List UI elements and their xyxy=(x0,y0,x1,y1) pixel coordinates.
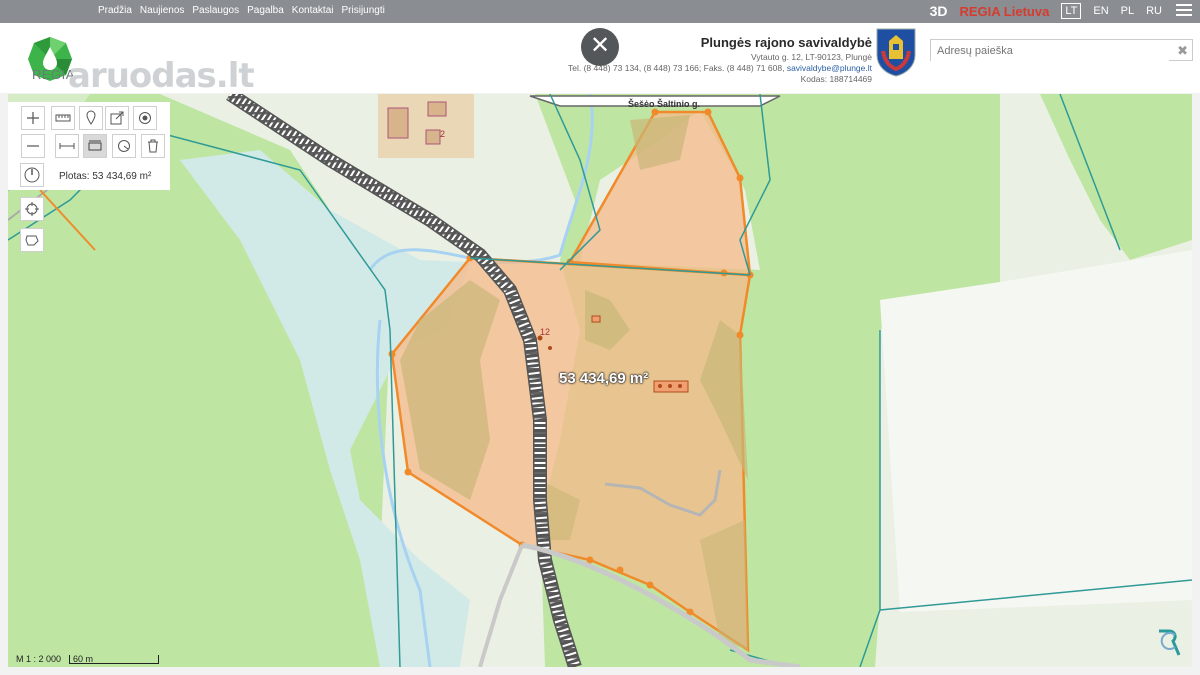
radius-icon xyxy=(118,140,130,152)
municipality-name: Plungės rajono savivaldybė xyxy=(700,35,872,50)
measure-radius-button[interactable] xyxy=(112,134,136,158)
draw-region-button[interactable] xyxy=(20,228,44,252)
municipality-info: Plungės rajono savivaldybė Vytauto g. 12… xyxy=(568,35,872,85)
plus-icon xyxy=(27,112,39,124)
header: REGIA aruodas.lt ✕ Plungės rajono saviva… xyxy=(0,23,1200,96)
municipality-email-link[interactable]: savivaldybe@plunge.lt xyxy=(787,63,872,73)
zoom-out-button[interactable] xyxy=(21,134,45,158)
language-ru[interactable]: RU xyxy=(1146,5,1162,17)
parcel-number-label: 12 xyxy=(540,327,551,337)
nav-item-pradzia[interactable]: Pradžia xyxy=(98,5,132,16)
target-icon xyxy=(139,112,151,124)
3d-toggle-button[interactable]: 3D xyxy=(930,3,948,19)
point-button[interactable] xyxy=(133,106,157,130)
regia-lietuva-link[interactable]: REGIA Lietuva xyxy=(960,4,1050,19)
aruodas-watermark: aruodas.lt xyxy=(68,56,255,96)
top-right-controls: 3D REGIA Lietuva LT EN PL RU xyxy=(930,3,1162,19)
street-label: Šešėo Šaltinio g. xyxy=(628,99,701,109)
clear-search-icon[interactable]: ✖ xyxy=(1177,43,1188,59)
area-icon xyxy=(88,140,102,151)
nav-item-naujienos[interactable]: Naujienos xyxy=(140,5,184,16)
locate-me-button[interactable] xyxy=(20,197,44,221)
language-lt[interactable]: LT xyxy=(1061,3,1082,19)
export-button[interactable] xyxy=(105,106,129,130)
main-menu: Pradžia Naujienos Paslaugos Pagalba Kont… xyxy=(98,5,385,16)
hamburger-menu-icon[interactable] xyxy=(1176,4,1192,18)
scale-bar: 60 m xyxy=(69,654,160,664)
top-navigation-bar: Pradžia Naujienos Paslaugos Pagalba Kont… xyxy=(0,0,1200,23)
map-scale: M 1 : 2 000 60 m xyxy=(16,654,160,664)
municipality-crest-icon xyxy=(876,28,916,77)
language-pl[interactable]: PL xyxy=(1121,5,1134,17)
place-marker-button[interactable] xyxy=(79,106,103,130)
trash-icon xyxy=(148,139,158,153)
municipality-phones: Tel. (8 448) 73 134, (8 448) 73 166; Fak… xyxy=(568,63,785,73)
measure-distance-button[interactable] xyxy=(51,106,75,130)
parcel-number-label: 2 xyxy=(440,129,446,139)
reset-rotation-button[interactable] xyxy=(20,163,44,187)
municipality-code: Kodas: 188714469 xyxy=(800,74,872,84)
area-result-text: Plotas: 53 434,69 m² xyxy=(59,171,152,182)
delete-measurement-button[interactable] xyxy=(141,134,165,158)
measure-width-button[interactable] xyxy=(55,134,79,158)
map-pin-icon xyxy=(86,110,96,125)
address-search: ✖ xyxy=(930,39,1193,62)
minus-icon xyxy=(27,145,39,147)
nav-item-prisijungti[interactable]: Prisijungti xyxy=(342,5,385,16)
building xyxy=(427,101,447,117)
scale-ratio: M 1 : 2 000 xyxy=(16,654,62,664)
export-icon xyxy=(110,111,124,125)
ruler-icon xyxy=(55,114,71,122)
rc-brand-icon xyxy=(1159,629,1181,656)
field-area xyxy=(880,250,1192,612)
building xyxy=(591,315,601,323)
language-en[interactable]: EN xyxy=(1093,5,1108,17)
zoom-in-button[interactable] xyxy=(21,106,45,130)
crosshair-icon xyxy=(25,202,39,216)
width-icon xyxy=(59,143,75,149)
lasso-icon xyxy=(25,235,39,246)
municipality-address: Vytauto g. 12, LT-90123, Plungė xyxy=(751,52,872,62)
nav-item-pagalba[interactable]: Pagalba xyxy=(247,5,284,16)
measure-area-button[interactable] xyxy=(83,134,107,158)
measured-area-label: 53 434,69 m² xyxy=(559,370,649,387)
nav-item-kontaktai[interactable]: Kontaktai xyxy=(292,5,334,16)
nav-item-paslaugos[interactable]: Paslaugos xyxy=(192,5,239,16)
address-search-input[interactable] xyxy=(931,40,1169,62)
municipality-contacts: Vytauto g. 12, LT-90123, Plungė Tel. (8 … xyxy=(568,52,872,85)
building xyxy=(425,129,441,145)
building xyxy=(387,107,409,139)
compass-icon xyxy=(24,167,40,183)
